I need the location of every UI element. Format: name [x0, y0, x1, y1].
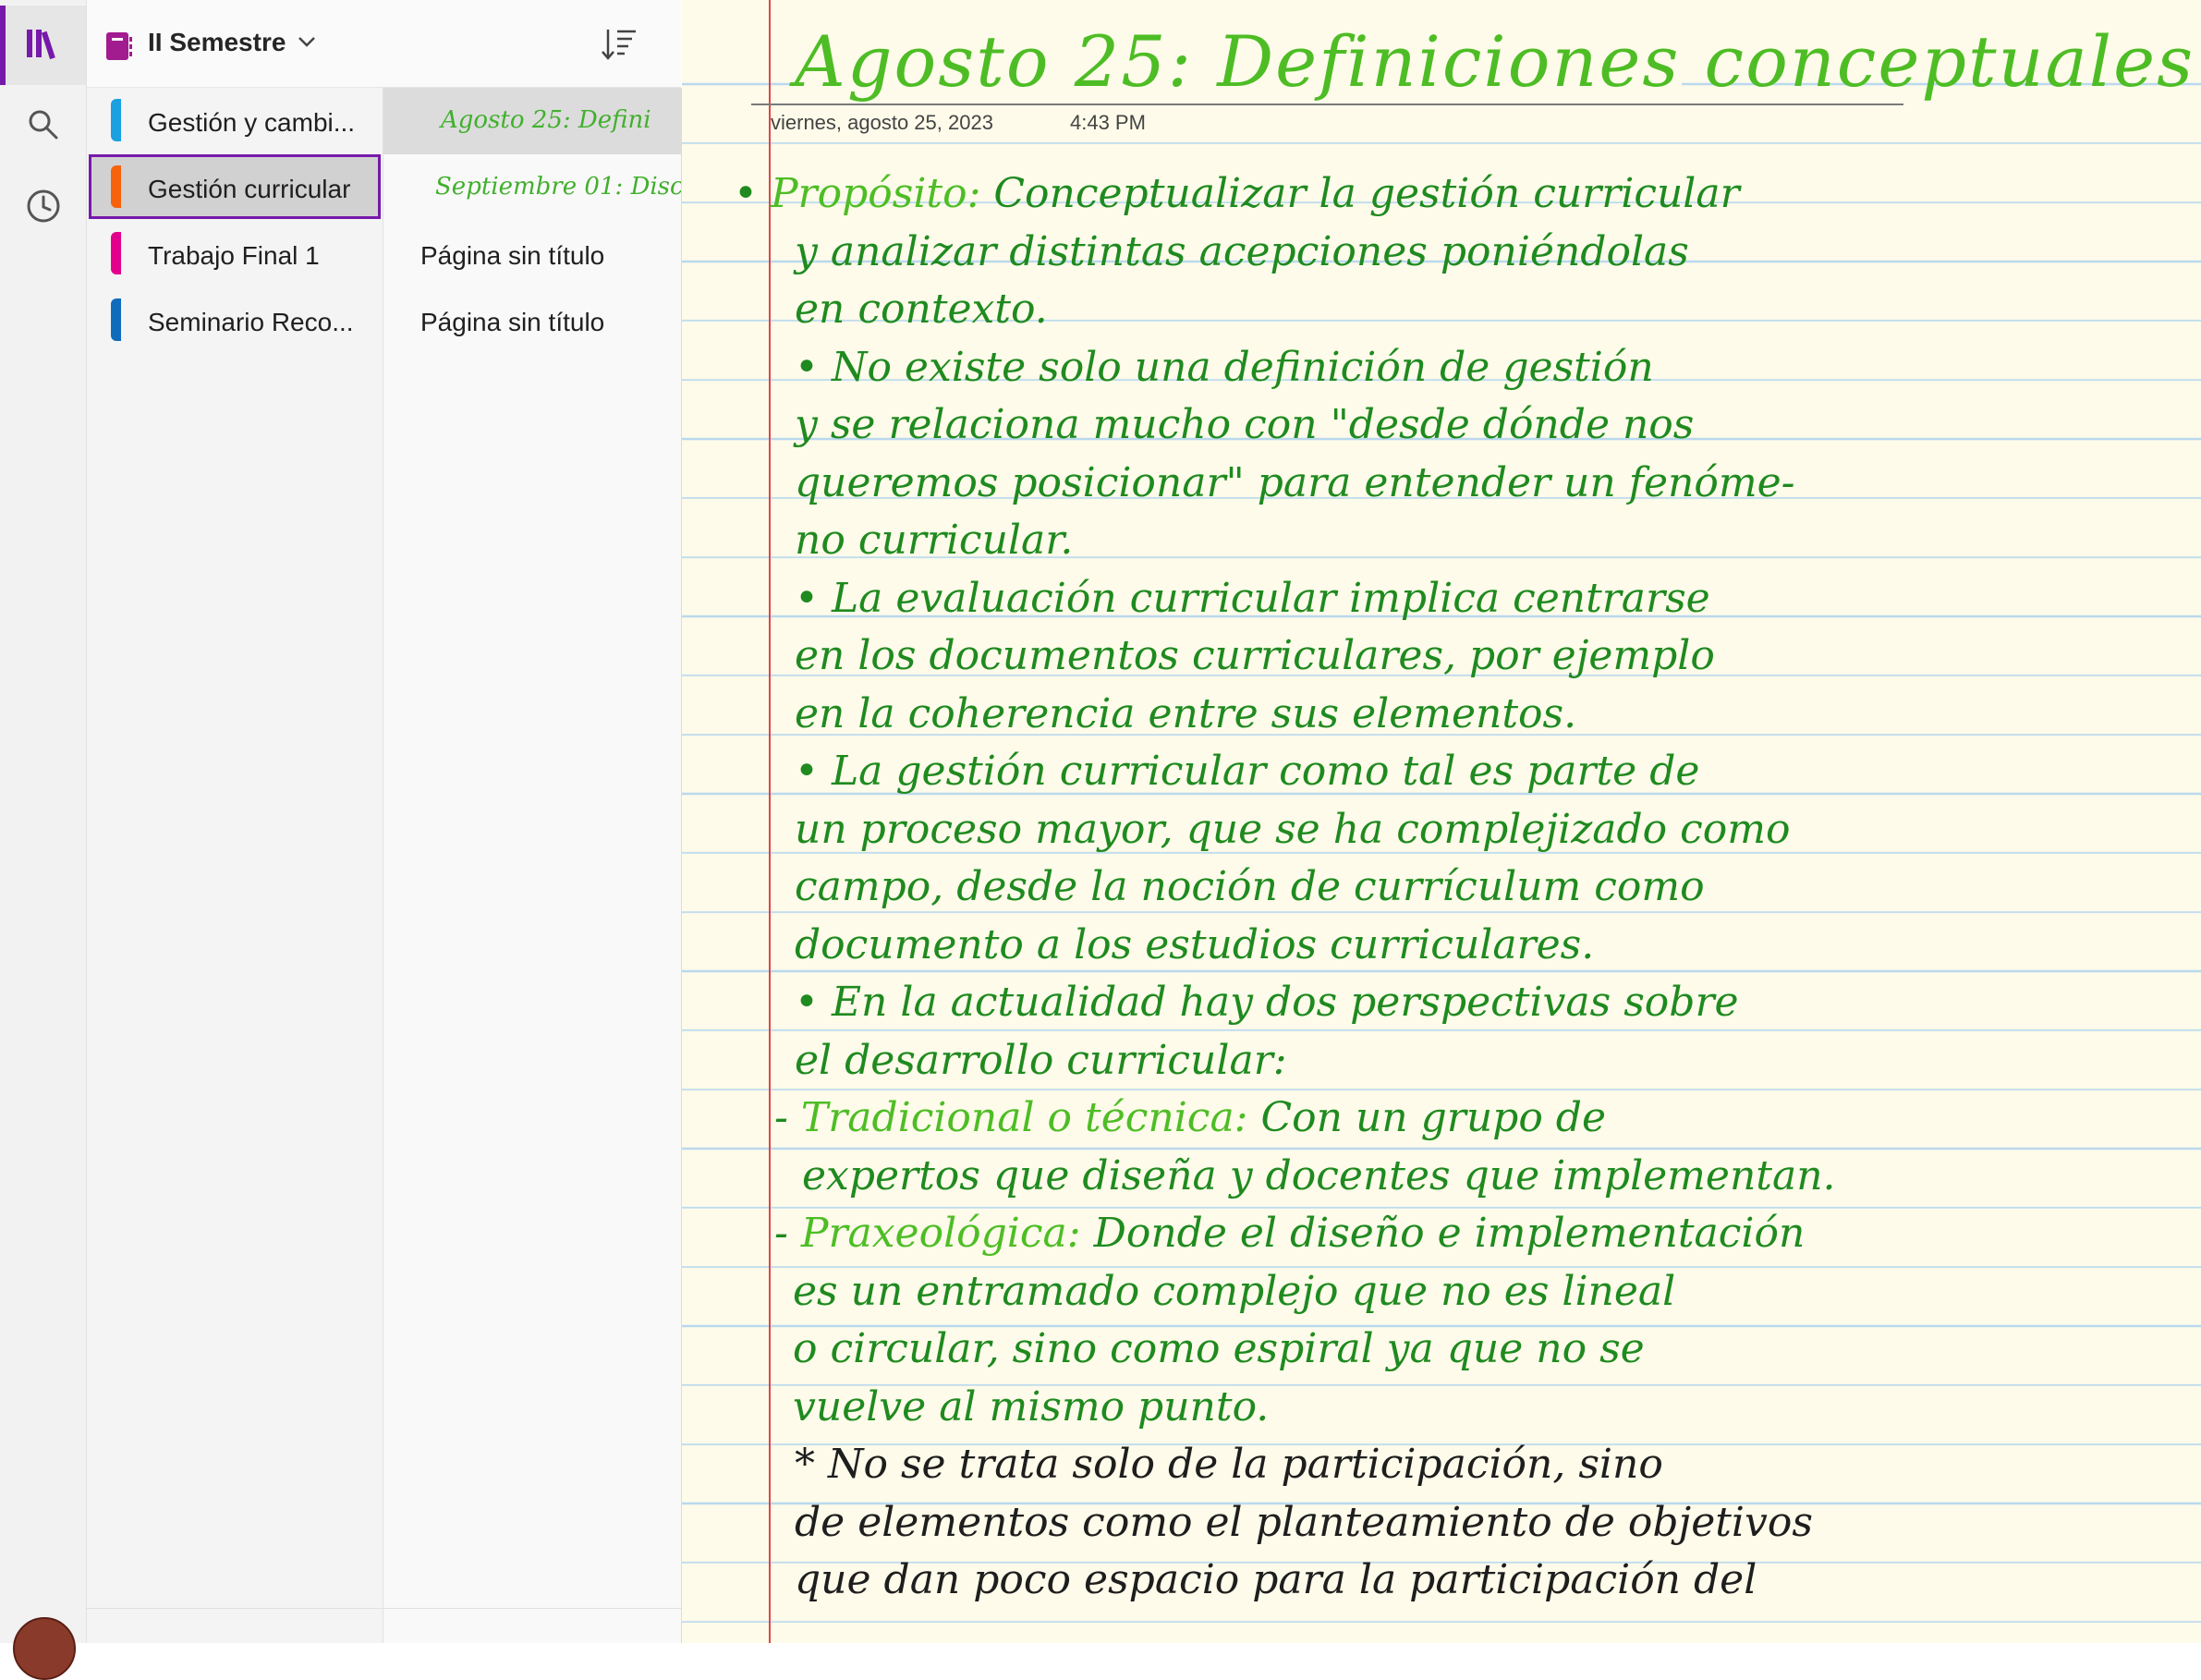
ink-text: • En la actualidad hay dos perspectivas …	[795, 979, 1739, 1026]
margin-line	[769, 0, 771, 1643]
title-underline	[751, 103, 1903, 105]
ink-line: de elementos como el planteamiento de ob…	[795, 1493, 2144, 1552]
section-item[interactable]: Trabajo Final 1	[87, 221, 383, 286]
section-label: Trabajo Final 1	[148, 241, 320, 270]
ink-line: • Propósito: Conceptualizar la gestión c…	[734, 164, 2083, 224]
ink-line: vuelve al mismo punto.	[793, 1378, 2142, 1437]
ink-line: o circular, sino como espiral ya que no …	[793, 1320, 2142, 1379]
ink-line: expertos que diseña y docentes que imple…	[802, 1147, 2151, 1206]
ink-line: es un entramado complejo que no es linea…	[793, 1262, 2142, 1321]
ink-text: queremos posicionar" para entender un fe…	[795, 458, 1795, 506]
recent-button[interactable]	[0, 168, 86, 248]
ink-line: campo, desde la noción de currículum com…	[795, 858, 2144, 917]
page-label: Página sin título	[420, 241, 605, 270]
notebook-header: II Semestre	[87, 0, 681, 88]
ink-line: el desarrollo curricular:	[795, 1031, 2144, 1090]
icon-rail	[0, 0, 87, 1680]
section-color-tab	[111, 298, 121, 341]
search-icon	[27, 108, 60, 146]
ink-text: expertos que diseña y docentes que imple…	[802, 1151, 1836, 1199]
section-item[interactable]: Seminario Reco...	[87, 287, 383, 352]
ink-text: • No existe solo una definición de gesti…	[795, 343, 1654, 391]
page-item-selected[interactable]: Agosto 25: Defini	[383, 88, 681, 154]
ink-text: que dan poco espacio para la participaci…	[795, 1556, 1757, 1603]
ink-text: Conceptualizar la gestión curricular	[980, 170, 1740, 217]
ink-text: es un entramado complejo que no es linea…	[793, 1267, 1676, 1315]
notebook-icon	[104, 31, 134, 66]
pages-list: Agosto 25: Defini Septiembre 01: Disc Pá…	[383, 88, 682, 1643]
page-date: viernes, agosto 25, 2023	[771, 111, 993, 135]
ink-text: documento a los estudios curriculares.	[795, 920, 1595, 968]
page-item[interactable]: Septiembre 01: Disc	[383, 154, 681, 221]
page-item[interactable]: Página sin título	[383, 221, 681, 287]
ink-highlight: Propósito:	[770, 170, 981, 217]
ink-line: * No se trata solo de la participación, …	[795, 1435, 2144, 1494]
ink-text: un proceso mayor, que se ha complejizado…	[795, 805, 1791, 853]
ink-highlight: Praxeológica:	[800, 1210, 1081, 1257]
ink-text: el desarrollo curricular:	[795, 1036, 1287, 1084]
search-button[interactable]	[0, 87, 86, 166]
ink-line: queremos posicionar" para entender un fe…	[795, 454, 2144, 513]
ink-line: en la coherencia entre sus elementos.	[795, 685, 2144, 744]
ink-line: no curricular.	[795, 511, 2144, 570]
ink-line: documento a los estudios curriculares.	[795, 916, 2144, 975]
section-color-tab	[111, 99, 121, 141]
ink-text: Con un grupo de	[1247, 1094, 1607, 1141]
page-label: Septiembre 01: Disc	[435, 173, 681, 201]
ink-line: en los documentos curriculares, por ejem…	[795, 627, 2144, 686]
chevron-down-icon[interactable]	[298, 35, 316, 53]
ink-line: y se relaciona mucho con "desde dónde no…	[795, 396, 2144, 455]
ink-line: que dan poco espacio para la participaci…	[795, 1551, 2144, 1610]
section-label: Seminario Reco...	[148, 308, 354, 336]
section-label: Gestión curricular	[148, 175, 351, 203]
ink-highlight: Tradicional o técnica:	[800, 1094, 1248, 1141]
ink-text: • La gestión curricular como tal es part…	[795, 748, 1700, 795]
ink-text: campo, desde la noción de currículum com…	[795, 863, 1705, 910]
ink-line: • No existe solo una definición de gesti…	[795, 338, 2144, 397]
ink-text: en contexto.	[795, 286, 1048, 333]
ink-text: o circular, sino como espiral ya que no …	[793, 1325, 1645, 1372]
section-item-selected[interactable]: Gestión curricular	[89, 154, 381, 219]
dash: -	[774, 1210, 801, 1257]
note-canvas[interactable]: Agosto 25: Definiciones conceptuales vie…	[682, 0, 2201, 1643]
pane-divider	[87, 1608, 681, 1609]
page-label: Agosto 25: Defini	[441, 106, 651, 134]
ink-text: y se relaciona mucho con "desde dónde no…	[795, 401, 1695, 448]
notebooks-icon	[25, 26, 62, 66]
bullet: •	[734, 170, 771, 217]
ink-line: • En la actualidad hay dos perspectivas …	[795, 973, 2144, 1032]
ink-text: * No se trata solo de la participación, …	[795, 1441, 1663, 1488]
sections-list: Gestión y cambi... Gestión curricular Tr…	[87, 88, 383, 1643]
section-color-tab	[111, 232, 121, 274]
ink-line: - Praxeológica: Donde el diseño e implem…	[774, 1204, 2123, 1263]
ink-text: y analizar distintas acepciones poniéndo…	[795, 227, 1689, 275]
page-time: 4:43 PM	[1070, 111, 1146, 135]
section-item[interactable]: Gestión y cambi...	[87, 88, 383, 152]
dash: -	[774, 1094, 801, 1141]
sort-icon[interactable]	[601, 26, 638, 67]
ink-text: en la coherencia entre sus elementos.	[795, 689, 1577, 737]
avatar[interactable]	[13, 1617, 76, 1680]
page-item[interactable]: Página sin título	[383, 287, 681, 354]
ink-line: en contexto.	[795, 280, 2144, 339]
notebook-title[interactable]: II Semestre	[148, 28, 286, 57]
page-title[interactable]: Agosto 25: Definiciones conceptuales	[795, 20, 2193, 103]
ink-line: y analizar distintas acepciones poniéndo…	[795, 223, 2144, 282]
ink-line: - Tradicional o técnica: Con un grupo de	[774, 1089, 2123, 1148]
page-label: Página sin título	[420, 308, 605, 336]
section-label: Gestión y cambi...	[148, 108, 356, 137]
recent-clock-icon	[26, 189, 61, 228]
ink-text: • La evaluación curricular implica centr…	[795, 574, 1710, 622]
ink-text: vuelve al mismo punto.	[793, 1382, 1270, 1430]
section-color-tab	[111, 165, 121, 208]
ink-text: Donde el diseño e implementación	[1080, 1210, 1806, 1257]
ink-text: no curricular.	[795, 517, 1074, 564]
ink-line: un proceso mayor, que se ha complejizado…	[795, 800, 2144, 859]
ink-text: en los documentos curriculares, por ejem…	[795, 632, 1715, 679]
notebooks-button[interactable]	[0, 6, 86, 85]
ink-line: • La gestión curricular como tal es part…	[795, 742, 2144, 801]
ink-line: • La evaluación curricular implica centr…	[795, 569, 2144, 628]
ink-text: de elementos como el planteamiento de ob…	[795, 1498, 1813, 1546]
